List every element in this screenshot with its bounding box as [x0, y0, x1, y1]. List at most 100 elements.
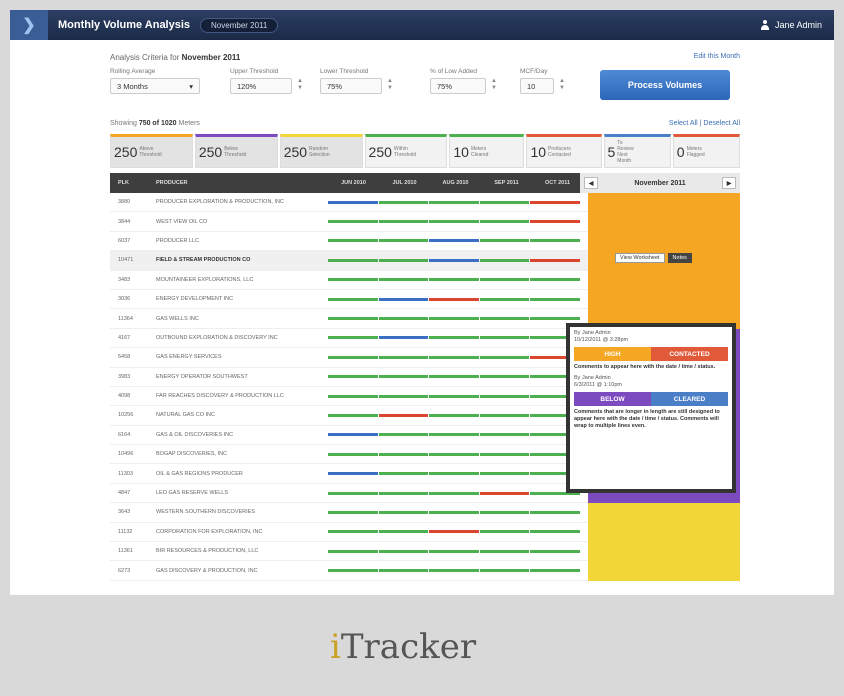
month-selector[interactable]: November 2011 — [200, 17, 279, 33]
stat-filter[interactable]: 10 Producers Contacted — [526, 134, 602, 168]
low-added-label: % of Low Added — [430, 68, 477, 75]
operator-name: MOUNTAINEER EXPLORATIONS, LLC — [156, 276, 254, 283]
status-cell[interactable] — [588, 270, 740, 290]
volume-bar — [328, 297, 378, 301]
rolling-average-select[interactable]: 3 Months ▾ — [110, 78, 200, 94]
table-row[interactable]: 3036 ENERGY DEVELOPMENT INC — [110, 289, 740, 310]
volume-bars — [328, 200, 580, 204]
volume-bar — [479, 472, 530, 476]
meter-id: 11132 — [118, 528, 133, 535]
volume-bar — [328, 200, 378, 204]
lower-threshold-input[interactable]: 75% — [320, 78, 382, 94]
col-id[interactable]: PLK — [110, 180, 148, 186]
mcf-day-stepper[interactable]: ▲ ▼ — [558, 78, 566, 94]
criteria-title: Analysis Criteria for November 2011 — [110, 53, 240, 62]
volume-bar — [530, 317, 580, 321]
table-row[interactable]: 3844 WEST VIEW OIL CO — [110, 212, 740, 232]
meter-id: 3983 — [118, 373, 131, 380]
user-icon — [760, 20, 770, 30]
select-all-link[interactable]: Select All — [669, 120, 698, 127]
summary-count: 750 of 1020 — [138, 120, 177, 127]
stat-count: 250 — [283, 144, 308, 160]
volume-bar — [429, 413, 479, 417]
stat-filter[interactable]: 5 To Review Next Month — [603, 134, 671, 168]
status-cell[interactable] — [588, 231, 740, 252]
analysis-criteria: Analysis Criteria for November 2011 Edit… — [110, 48, 740, 120]
app-logo-icon[interactable]: ❯ — [10, 10, 48, 40]
meter-id: 3483 — [118, 276, 131, 283]
col-operator[interactable]: PRODUCER — [148, 180, 328, 186]
status-cell[interactable] — [588, 561, 740, 581]
prev-month-button[interactable]: ◀ — [584, 177, 598, 189]
volume-bar — [530, 297, 580, 301]
meter-id: 3036 — [118, 296, 131, 303]
stat-filter[interactable]: 250 Above Threshold — [110, 134, 193, 168]
operator-name: ENERGY OPERATOR SOUTHWEST — [156, 373, 248, 380]
lower-threshold-label: Lower Threshold — [320, 68, 369, 75]
table-row[interactable]: 3880 PRODUCER EXPLORATION & PRODUCTION, I… — [110, 193, 740, 213]
volume-bar — [530, 549, 580, 553]
upper-threshold-stepper[interactable]: ▲ ▼ — [296, 78, 304, 94]
volume-bar — [328, 491, 378, 495]
meter-id: 5458 — [118, 354, 131, 361]
volume-bar — [378, 549, 429, 553]
main-panel: Analysis Criteria for November 2011 Edit… — [10, 40, 834, 595]
table-row[interactable]: 11132 CORPORATION FOR EXPLORATION, INC — [110, 522, 740, 543]
deselect-all-link[interactable]: Deselect All — [703, 120, 740, 127]
volume-bars — [328, 491, 580, 495]
volume-bar — [378, 433, 429, 437]
summary-suffix: Meters — [178, 120, 200, 127]
status-cell[interactable] — [588, 289, 740, 310]
table-row[interactable]: 3643 WESTERN SOUTHERN DISCOVERIES — [110, 503, 740, 523]
stat-filter[interactable]: 250 Random Selection — [279, 134, 363, 168]
status-cell[interactable] — [588, 212, 740, 232]
view-worksheet-button[interactable]: View Worksheet — [615, 253, 665, 263]
volume-bar — [479, 549, 530, 553]
volume-bar — [328, 413, 378, 417]
lower-threshold-stepper[interactable]: ▲ ▼ — [386, 78, 394, 94]
nav-month-label[interactable]: November 2011 — [634, 180, 685, 187]
table-row[interactable]: 11361 BIR RESOURCES & PRODUCTION, LLC — [110, 542, 740, 562]
stat-label: Above Threshold — [139, 146, 162, 158]
operator-name: WEST VIEW OIL CO — [156, 218, 208, 225]
volume-bar — [479, 491, 530, 495]
upper-threshold-input[interactable]: 120% — [230, 78, 292, 94]
low-added-stepper[interactable]: ▲ ▼ — [490, 78, 498, 94]
meter-id: 6037 — [118, 237, 131, 244]
stat-filter[interactable]: 10 Meters Cleared — [449, 134, 525, 168]
stat-filter[interactable]: 0 Meters Flagged — [672, 134, 741, 168]
stat-filter[interactable]: 250 Below Threshold — [194, 134, 278, 168]
volume-bars — [328, 472, 580, 476]
edit-month-link[interactable]: Edit this Month — [694, 53, 740, 60]
upper-threshold-label: Upper Threshold — [230, 68, 279, 75]
operator-name: CORPORATION FOR EXPLORATION, INC — [156, 528, 263, 535]
volume-bar — [530, 200, 580, 204]
volume-bar — [378, 472, 429, 476]
process-volumes-button[interactable]: Process Volumes — [600, 70, 730, 100]
volume-bars — [328, 258, 580, 262]
table-row[interactable]: 6037 PRODUCER LLC — [110, 231, 740, 252]
rolling-average-label: Rolling Average — [110, 68, 156, 75]
status-cell[interactable] — [588, 503, 740, 523]
volume-bars — [328, 317, 580, 321]
volume-bar — [479, 220, 530, 224]
status-cell[interactable] — [588, 193, 740, 213]
status-cell[interactable] — [588, 542, 740, 562]
rolling-average-field: Rolling Average 3 Months ▾ — [110, 68, 200, 94]
status-cell[interactable] — [588, 522, 740, 543]
notes-button[interactable]: Notes — [667, 253, 692, 263]
rolling-average-value: 3 Months — [117, 81, 148, 91]
operator-name: LEO GAS RESERVE WELLS — [156, 490, 229, 497]
mcf-day-input[interactable]: 10 — [520, 78, 554, 94]
table-row[interactable]: 6273 GAS DISCOVERY & PRODUCTION, INC — [110, 561, 740, 581]
volume-bar — [429, 317, 479, 321]
mcf-day-field: MCF/Day 10 — [520, 68, 554, 94]
low-added-input[interactable]: 75% — [430, 78, 486, 94]
table-row[interactable]: 3483 MOUNTAINEER EXPLORATIONS, LLC — [110, 270, 740, 290]
stat-filter[interactable]: 250 Within Threshold — [364, 134, 448, 168]
next-month-button[interactable]: ▶ — [722, 177, 736, 189]
user-menu[interactable]: Jane Admin — [760, 20, 822, 30]
volume-bar — [378, 413, 429, 417]
operator-name: PRODUCER LLC — [156, 237, 200, 244]
volume-bar — [429, 336, 479, 340]
